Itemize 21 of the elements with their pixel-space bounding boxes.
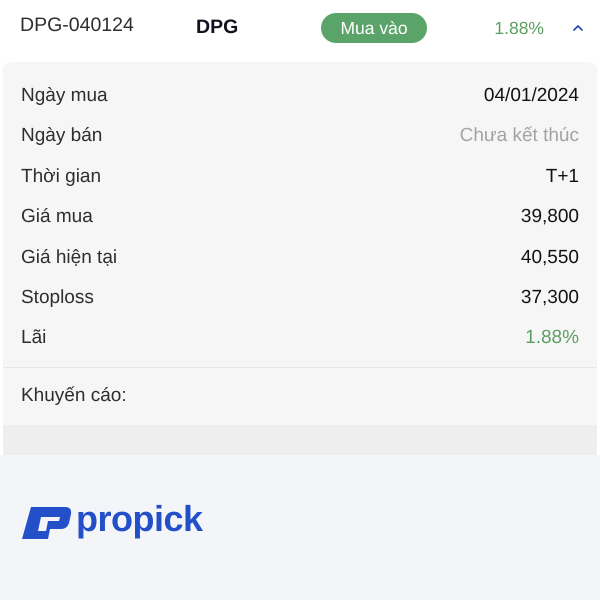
detail-label: Giá mua bbox=[21, 205, 93, 230]
change-percent: 1.88% bbox=[494, 16, 544, 40]
detail-value: T+1 bbox=[546, 164, 579, 189]
note-label: Khuyến cáo: bbox=[21, 384, 127, 408]
logo-text: propick bbox=[76, 501, 203, 538]
detail-label: Stoploss bbox=[21, 286, 94, 310]
trade-code: DPG-040124 bbox=[20, 13, 135, 38]
detail-label: Ngày mua bbox=[21, 84, 108, 108]
detail-label: Ngày bán bbox=[21, 124, 102, 148]
action-badge: Mua vào bbox=[321, 13, 427, 43]
detail-value: 1.88% bbox=[525, 326, 579, 350]
detail-value: 37,300 bbox=[520, 286, 579, 310]
detail-label: Lãi bbox=[21, 326, 46, 350]
detail-value: 40,550 bbox=[520, 246, 579, 270]
detail-value: 39,800 bbox=[520, 205, 579, 230]
detail-value: 04/01/2024 bbox=[484, 84, 579, 108]
detail-label: Thời gian bbox=[21, 164, 102, 189]
stock-symbol: DPG bbox=[196, 15, 240, 40]
logo-mark-icon bbox=[22, 506, 72, 539]
detail-value: Chưa kết thúc bbox=[460, 124, 579, 148]
detail-label: Giá hiện tại bbox=[21, 246, 118, 270]
